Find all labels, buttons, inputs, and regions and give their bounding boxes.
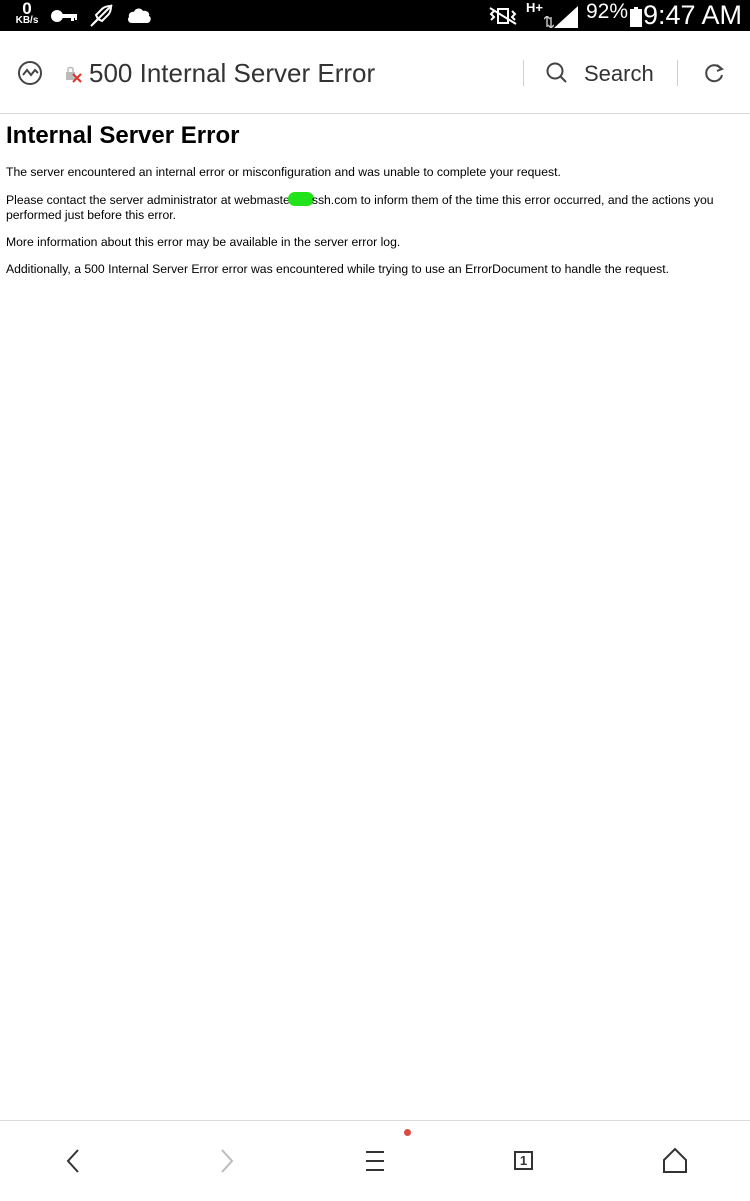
error-paragraph-2: Please contact the server administrator … [6,192,742,223]
network-speed: 0 KB/s [12,0,42,26]
rocket-icon [90,4,113,27]
search-button[interactable]: Search [584,61,654,87]
redaction-mark [287,192,314,206]
tabs-button[interactable]: 1 [514,1151,533,1170]
home-icon[interactable] [655,1141,695,1181]
battery-icon [630,7,642,27]
vibrate-mute-icon [489,7,517,25]
error-paragraph-1: The server encountered an internal error… [6,165,561,179]
network-speed-unit: KB/s [15,15,39,26]
error-paragraph-3: More information about this error may be… [6,235,401,249]
search-icon[interactable] [546,62,568,84]
battery-percent: 92% [585,0,628,23]
paragraph-2-start: Please contact the server administrator … [6,193,290,207]
signal-icon [554,6,578,28]
insecure-lock-icon[interactable] [64,66,84,84]
error-paragraph-4: Additionally, a 500 Internal Server Erro… [6,262,669,276]
page-title[interactable]: 500 Internal Server Error [89,58,375,89]
data-arrows-icon [544,16,554,28]
cloud-icon [128,8,151,23]
key-icon [51,10,77,22]
page-content: Internal Server Error The server encount… [6,113,742,289]
back-button-icon[interactable] [54,1141,94,1181]
status-bar: 0 KB/s H+ 92% 9:47 AM [0,0,750,31]
network-type: H+ [526,0,543,15]
forward-button-icon[interactable] [206,1141,246,1181]
error-heading: Internal Server Error [6,122,240,149]
bottom-toolbar: 1 [0,1120,750,1201]
divider [523,60,524,86]
divider [677,60,678,86]
activity-icon[interactable] [17,60,43,86]
notification-dot [404,1129,411,1136]
address-bar: 500 Internal Server Error Search [0,31,750,114]
menu-icon[interactable] [355,1141,395,1181]
clock: 9:47 AM [642,0,742,30]
refresh-icon[interactable] [703,62,725,84]
